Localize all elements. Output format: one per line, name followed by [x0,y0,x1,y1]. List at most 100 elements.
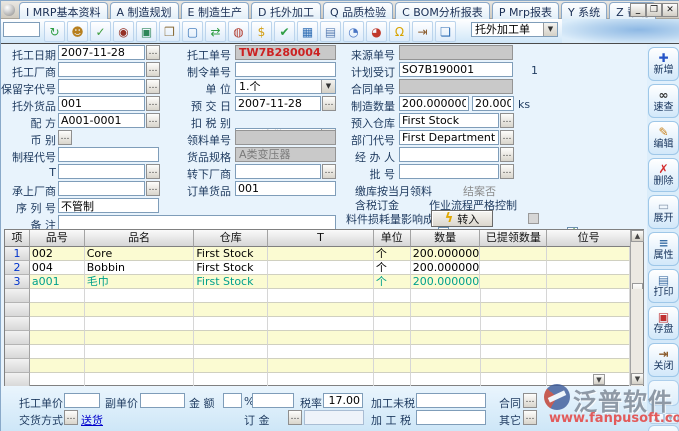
due-date-field[interactable] [235,96,321,111]
cell-item-no[interactable]: 002 [30,247,85,261]
cell-warehouse[interactable]: First Stock [194,261,268,275]
taxed-amount-field[interactable] [416,410,486,425]
reserved-code-field[interactable] [58,79,145,94]
cell-qty[interactable]: 200.000000 [411,247,481,261]
delivery-link[interactable]: 送货 [81,412,103,428]
table-row-empty[interactable] [5,303,643,317]
cell-position[interactable] [547,247,630,261]
approve-icon[interactable]: ✔ [274,21,295,42]
table-row[interactable]: 1 002 Core First Stock 个 200.000000 [5,247,643,261]
untaxed-amount-field[interactable] [416,393,486,408]
reserved-code-browse-button[interactable] [146,79,160,94]
col-header-idx[interactable]: 项 [5,230,30,247]
warehouse-browse-button[interactable] [500,113,514,128]
col-header-qty[interactable]: 数量 [411,230,481,247]
monitor-icon[interactable]: ▢ [182,21,203,42]
unit-price-field[interactable] [64,393,100,408]
consign-date-browse-button[interactable] [146,45,160,60]
process-code-field[interactable] [58,147,159,162]
cell-warehouse[interactable]: First Stock [194,247,268,261]
scroll-up-small-icon[interactable]: ▲ [650,413,664,424]
chevron-down-icon[interactable] [543,23,557,36]
department-browse-button[interactable] [500,130,514,145]
calculator-icon[interactable]: ▦ [297,21,318,42]
network-icon[interactable]: ◔ [343,21,364,42]
downstream-vendor-field[interactable] [235,164,321,179]
cell-item-name[interactable]: 毛巾 [85,275,195,289]
downstream-vendor-browse-button[interactable] [322,164,336,179]
cell-qty[interactable]: 200.000000 [411,275,481,289]
cell-item-no[interactable]: 004 [30,261,85,275]
refresh-icon[interactable]: ⇄ [205,21,226,42]
batch-no-browse-button[interactable] [500,164,514,179]
scroll-down-icon[interactable]: ▼ [631,373,644,385]
col-header-unit[interactable]: 单位 [374,230,411,247]
cell-t[interactable] [268,247,374,261]
doc-type-select[interactable]: 托外加工单 [471,22,558,37]
due-date-browse-button[interactable] [322,96,336,111]
handler-field[interactable] [399,147,499,162]
table-row[interactable]: 3 a001 毛巾 First Stock 个 200.000000 [5,275,643,289]
cell-item-no[interactable]: a001 [30,275,85,289]
sales-item-field[interactable] [235,181,336,196]
save-button[interactable]: ▣ 存盘 [648,306,679,340]
transfer-button[interactable]: ϟ 转入 [431,210,493,227]
restore-icon[interactable]: ❐ [646,3,662,17]
col-header-picked-qty[interactable]: 已提领数量 [480,230,547,247]
formula-browse-button[interactable] [146,113,160,128]
cell-item-name[interactable]: Bobbin [85,261,195,275]
exit-icon[interactable]: ⇥ [412,21,433,42]
print-button[interactable]: ▤ 打印 [648,269,679,303]
amount-field[interactable] [252,393,294,408]
cell-position[interactable] [547,275,630,289]
cell-item-name[interactable]: Core [85,247,195,261]
other-browse-button[interactable] [523,410,537,425]
formula-field[interactable] [58,113,145,128]
sub-price-field[interactable] [140,393,185,408]
contract-browse-button[interactable] [523,393,537,408]
table-row-empty[interactable] [5,359,643,373]
delete-button[interactable]: ✗ 删除 [648,158,679,192]
currency-browse-button[interactable] [58,130,72,145]
expand-button[interactable]: ▭ 展开 [648,195,679,229]
planned-order-field[interactable] [399,62,513,77]
grid-cell-dropdown-icon[interactable]: ▼ [593,374,605,385]
table-row[interactable]: 2 004 Bobbin First Stock 个 200.000000 [5,261,643,275]
qty2-field[interactable] [472,96,514,111]
add-button[interactable]: ✚ 新增 [648,47,679,81]
outsource-item-browse-button[interactable] [146,96,160,111]
tax-rate-field[interactable] [323,393,363,408]
department-field[interactable] [399,130,499,145]
cell-picked-qty[interactable] [480,261,547,275]
consign-date-field[interactable] [58,45,145,60]
dollar-icon[interactable]: $ [251,21,272,42]
quick-search-button[interactable]: ∞ 速查 [648,84,679,118]
properties-button[interactable]: ≡ 属性 [648,232,679,266]
cell-unit[interactable]: 个 [374,247,411,261]
amount-pct-field[interactable] [223,393,242,408]
warehouse-field[interactable] [399,113,499,128]
outsource-item-field[interactable] [58,96,145,111]
col-header-position[interactable]: 位号 [547,230,630,247]
pie-chart-icon[interactable]: ◕ [366,21,387,42]
batch-no-field[interactable] [399,164,499,179]
deposit-browse-button[interactable] [288,410,302,425]
book-icon[interactable]: ❒ [159,21,180,42]
consign-vendor-field[interactable] [58,62,145,77]
t-browse-button[interactable] [146,164,160,179]
cell-qty[interactable]: 200.000000 [411,261,481,275]
table-row-empty[interactable] [5,331,643,345]
cell-unit[interactable]: 个 [374,261,411,275]
col-header-item-no[interactable]: 品号 [30,230,85,247]
database-icon[interactable]: ◍ [228,21,249,42]
handler-browse-button[interactable] [500,147,514,162]
unit-select[interactable]: 1.个 [235,79,336,94]
globe-icon[interactable]: ◉ [113,21,134,42]
cell-t[interactable] [268,275,374,289]
chevron-down-icon[interactable] [321,80,335,93]
window-icon[interactable]: ❏ [435,21,456,42]
close-button[interactable]: ⇥ 关闭 [648,343,679,377]
t-field[interactable] [58,164,145,179]
image-icon[interactable]: ▣ [136,21,157,42]
deposit-field[interactable] [304,410,364,425]
